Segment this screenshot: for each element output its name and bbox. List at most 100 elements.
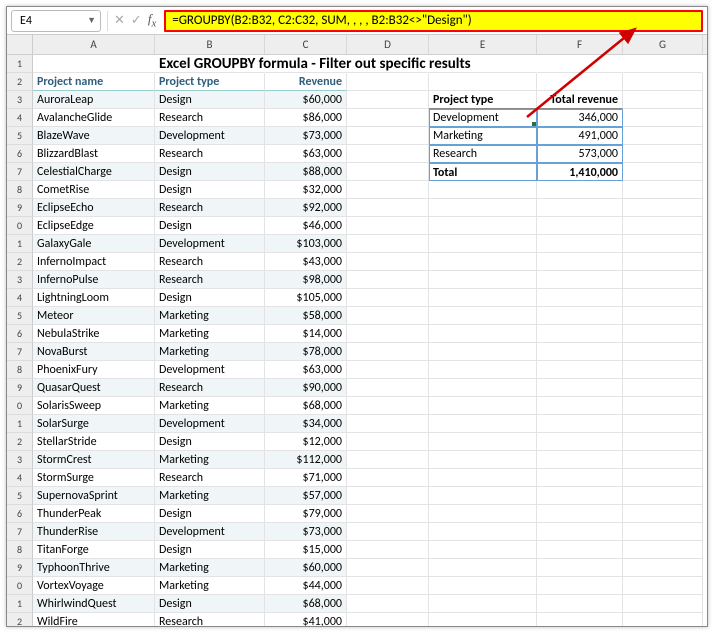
row-header[interactable]: 5 (7, 127, 33, 145)
cell-project-type[interactable]: Design (155, 433, 265, 451)
row-header[interactable]: 4 (7, 109, 33, 127)
cell[interactable] (537, 397, 623, 415)
cell-empty[interactable] (623, 451, 703, 469)
result-type[interactable]: Research (429, 145, 537, 163)
cell-project-name[interactable]: SolarisSweep (33, 397, 155, 415)
cell[interactable] (429, 307, 537, 325)
cell-empty[interactable] (623, 217, 703, 235)
cell[interactable] (537, 613, 623, 626)
cell-revenue[interactable]: $68,000 (265, 595, 347, 613)
cell-revenue[interactable]: $60,000 (265, 91, 347, 109)
cell-project-type[interactable]: Design (155, 505, 265, 523)
row-header[interactable]: 6 (7, 505, 33, 523)
cell-project-type[interactable]: Marketing (155, 325, 265, 343)
cell-project-name[interactable]: SolarSurge (33, 415, 155, 433)
cell-project-type[interactable]: Design (155, 289, 265, 307)
col-header-B[interactable]: B (155, 35, 265, 54)
cell-project-type[interactable]: Research (155, 145, 265, 163)
cell-project-type[interactable]: Design (155, 91, 265, 109)
cell-empty[interactable] (347, 127, 429, 145)
cell-empty[interactable] (347, 559, 429, 577)
cell-project-name[interactable]: AuroraLeap (33, 91, 155, 109)
col-header-G[interactable]: G (623, 35, 703, 54)
cell-project-name[interactable]: InfernoPulse (33, 271, 155, 289)
row-header[interactable]: 4 (7, 469, 33, 487)
cell-empty[interactable] (347, 469, 429, 487)
cell-empty[interactable] (623, 253, 703, 271)
cell-project-name[interactable]: QuasarQuest (33, 379, 155, 397)
cell-project-name[interactable]: NebulaStrike (33, 325, 155, 343)
row-header[interactable]: 3 (7, 271, 33, 289)
cell[interactable] (429, 181, 537, 199)
cell-empty[interactable] (623, 145, 703, 163)
fx-icon[interactable]: fx (148, 11, 156, 30)
cell-project-name[interactable]: NovaBurst (33, 343, 155, 361)
cell[interactable] (429, 451, 537, 469)
row-header[interactable]: 8 (7, 361, 33, 379)
cell-project-name[interactable]: StormSurge (33, 469, 155, 487)
cell-empty[interactable] (623, 181, 703, 199)
cell-empty[interactable] (347, 109, 429, 127)
cell-project-name[interactable]: GalaxyGale (33, 235, 155, 253)
cell[interactable] (429, 541, 537, 559)
cell-revenue[interactable]: $79,000 (265, 505, 347, 523)
cell-revenue[interactable]: $90,000 (265, 379, 347, 397)
cell-project-name[interactable]: StellarStride (33, 433, 155, 451)
cell-empty[interactable] (623, 289, 703, 307)
cell-project-name[interactable]: LightningLoom (33, 289, 155, 307)
result-total[interactable]: 491,000 (537, 127, 623, 145)
cell-revenue[interactable]: $112,000 (265, 451, 347, 469)
cell[interactable] (429, 613, 537, 626)
cell-empty[interactable] (347, 235, 429, 253)
cell-empty[interactable] (347, 91, 429, 109)
cell-empty[interactable] (347, 343, 429, 361)
cell-project-name[interactable]: WhirlwindQuest (33, 595, 155, 613)
cell-empty[interactable] (623, 235, 703, 253)
cell-project-type[interactable]: Marketing (155, 577, 265, 595)
result-grand-total[interactable]: 1,410,000 (537, 163, 623, 181)
row-header[interactable]: 9 (7, 199, 33, 217)
cell-project-name[interactable]: ThunderRise (33, 523, 155, 541)
grid[interactable]: A B C D E F G 12345678901234567890123456… (7, 35, 707, 626)
cell-project-type[interactable]: Development (155, 415, 265, 433)
cell[interactable] (429, 289, 537, 307)
cell-revenue[interactable]: $57,000 (265, 487, 347, 505)
cell-project-type[interactable]: Design (155, 217, 265, 235)
cell-project-name[interactable]: AvalancheGlide (33, 109, 155, 127)
cell[interactable] (429, 397, 537, 415)
cell[interactable] (429, 433, 537, 451)
row-header[interactable]: 2 (7, 613, 33, 626)
cell-project-name[interactable]: EclipseEcho (33, 199, 155, 217)
cell-project-name[interactable]: StormCrest (33, 451, 155, 469)
cancel-icon[interactable]: ✕ (114, 13, 125, 28)
row-header[interactable]: 6 (7, 325, 33, 343)
cell-empty[interactable] (623, 199, 703, 217)
row-header[interactable]: 7 (7, 163, 33, 181)
cell-project-name[interactable]: VortexVoyage (33, 577, 155, 595)
row-header[interactable]: 7 (7, 343, 33, 361)
selected-cell[interactable]: Development (429, 109, 537, 127)
cell-revenue[interactable]: $15,000 (265, 541, 347, 559)
cell-empty[interactable] (347, 271, 429, 289)
cell[interactable] (537, 451, 623, 469)
row-header[interactable]: 9 (7, 559, 33, 577)
cell[interactable] (429, 325, 537, 343)
cell-project-type[interactable]: Marketing (155, 559, 265, 577)
cell-empty[interactable] (623, 559, 703, 577)
row-header[interactable]: 0 (7, 577, 33, 595)
select-all-corner[interactable] (7, 35, 33, 54)
cell-empty[interactable] (623, 397, 703, 415)
cell-revenue[interactable]: $43,000 (265, 253, 347, 271)
cell-empty[interactable] (347, 505, 429, 523)
cell-project-name[interactable]: TitanForge (33, 541, 155, 559)
cell-revenue[interactable]: $41,000 (265, 613, 347, 626)
cell-project-type[interactable]: Research (155, 613, 265, 626)
cell-empty[interactable] (623, 109, 703, 127)
cell-revenue[interactable]: $14,000 (265, 325, 347, 343)
cell-revenue[interactable]: $98,000 (265, 271, 347, 289)
col-header-F[interactable]: F (537, 35, 623, 54)
cell-revenue[interactable]: $88,000 (265, 163, 347, 181)
name-box[interactable]: E4 ▼ (11, 10, 101, 32)
cell[interactable] (537, 199, 623, 217)
cell-project-name[interactable]: WildFire (33, 613, 155, 626)
